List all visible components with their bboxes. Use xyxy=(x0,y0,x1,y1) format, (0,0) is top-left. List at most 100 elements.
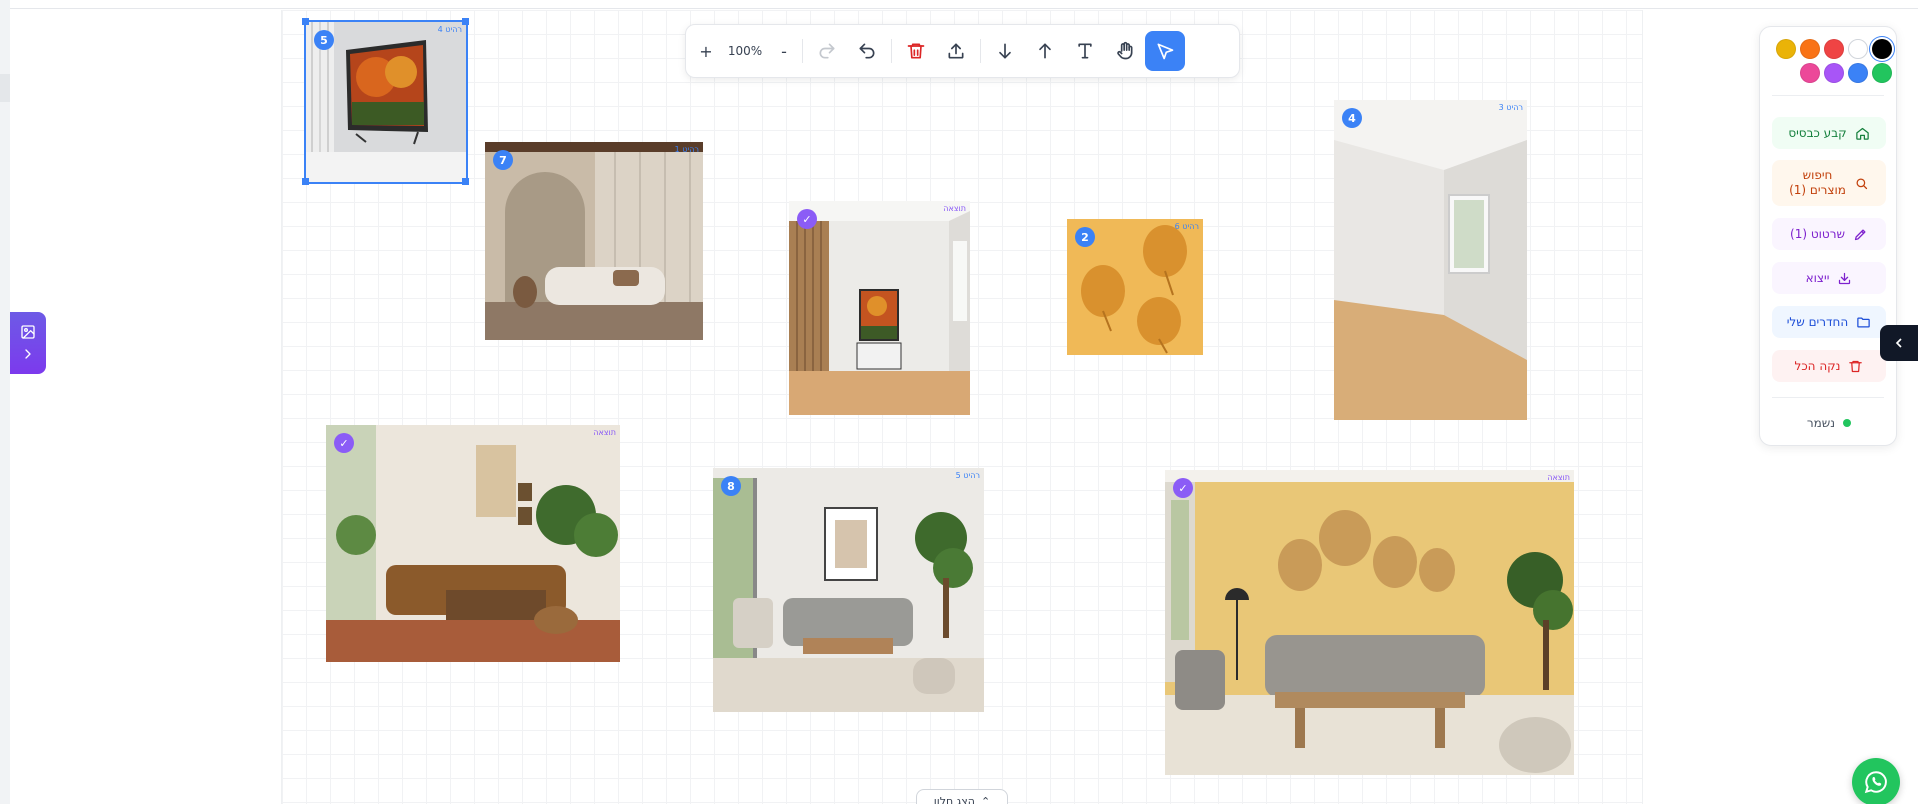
color-swatch-white[interactable] xyxy=(1848,39,1868,59)
text-tool-button[interactable] xyxy=(1065,31,1105,71)
canvas-image-tv[interactable]: 5 רהיט 4 xyxy=(304,20,468,184)
color-swatch-red[interactable] xyxy=(1824,39,1844,59)
image-order-badge: 5 xyxy=(314,30,334,50)
color-swatch-purple[interactable] xyxy=(1824,63,1844,83)
arch-sofa-photo xyxy=(485,142,703,340)
color-swatch-pink[interactable] xyxy=(1800,63,1820,83)
color-swatch-green[interactable] xyxy=(1872,63,1892,83)
set-base-label: קבע כבסיס xyxy=(1788,126,1847,140)
folder-icon xyxy=(1857,317,1870,327)
clear-all-label: נקה הכל xyxy=(1794,359,1841,373)
image-result-badge: ✓ xyxy=(1173,478,1193,498)
toolbar-divider xyxy=(802,39,803,63)
zoom-in-button[interactable]: + xyxy=(692,31,720,71)
image-icon xyxy=(21,325,35,339)
yellow-wall-photo xyxy=(1165,470,1574,775)
chevron-right-icon xyxy=(25,349,31,359)
collapse-panel-button[interactable] xyxy=(1880,325,1918,361)
left-edge-notch xyxy=(0,74,10,102)
color-swatch-blue[interactable] xyxy=(1848,63,1868,83)
show-panel-label: הצג חלון xyxy=(933,794,975,804)
hall-art-photo xyxy=(789,201,970,415)
zoom-out-button[interactable]: - xyxy=(770,31,798,71)
export-button[interactable]: ייצוא xyxy=(1772,262,1886,294)
save-status-label: נשמר xyxy=(1806,416,1836,430)
color-swatch-yellow[interactable] xyxy=(1776,39,1796,59)
image-tag: רהיט 5 xyxy=(955,471,980,480)
redo-icon xyxy=(819,43,835,59)
canvas-image-arch-sofa[interactable]: 7 רהיט 1 xyxy=(485,142,703,340)
toolbar-divider xyxy=(891,39,892,63)
search-products-label: חיפוש מוצרים (1) xyxy=(1789,168,1846,198)
canvas-image-grey-sofa[interactable]: 8 רהיט 5 xyxy=(713,468,984,712)
canvas-image-leaves[interactable]: 2 רהיט 6 xyxy=(1067,219,1203,355)
arrow-up-icon xyxy=(1039,43,1051,59)
arrow-down-icon xyxy=(999,43,1011,59)
color-swatch-orange[interactable] xyxy=(1800,39,1820,59)
whatsapp-button[interactable] xyxy=(1852,758,1900,804)
resize-handle-ne[interactable] xyxy=(462,18,469,25)
saved-indicator-dot xyxy=(1843,419,1852,427)
boho-room-photo xyxy=(326,425,620,662)
bring-forward-button[interactable] xyxy=(1025,31,1065,71)
toolbar-divider xyxy=(980,39,981,63)
grey-sofa-photo xyxy=(713,468,984,712)
canvas-image-empty-room[interactable]: 4 רהיט 3 xyxy=(1334,100,1527,420)
trash-icon xyxy=(907,43,925,59)
image-tag: רהיט 1 xyxy=(674,145,699,154)
images-drawer-toggle[interactable] xyxy=(10,312,46,374)
image-tag: תוצאה xyxy=(943,204,966,213)
canvas-toolbar: + 100% - xyxy=(685,24,1240,78)
sketch-label: שרטוט (1) xyxy=(1790,227,1845,241)
delete-button[interactable] xyxy=(896,31,936,71)
download-icon xyxy=(1839,272,1851,284)
image-order-badge: 7 xyxy=(493,150,513,170)
search-products-label-line2: מוצרים (1) xyxy=(1789,183,1846,197)
color-swatch-black[interactable] xyxy=(1872,39,1892,59)
search-products-button[interactable]: חיפוש מוצרים (1) xyxy=(1772,160,1886,206)
image-result-badge: ✓ xyxy=(334,433,354,453)
image-tag: רהיט 4 xyxy=(437,25,462,34)
panel-divider xyxy=(1772,95,1884,96)
canvas-image-hall-art[interactable]: ✓ תוצאה xyxy=(789,201,970,415)
send-backward-button[interactable] xyxy=(985,31,1025,71)
hand-tool-button[interactable] xyxy=(1105,31,1145,71)
redo-button[interactable] xyxy=(807,31,847,71)
top-bar xyxy=(10,0,1918,9)
show-panel-button[interactable]: הצג חלון ⌃ xyxy=(916,789,1008,804)
my-rooms-button[interactable]: החדרים שלי xyxy=(1772,306,1886,338)
undo-icon xyxy=(859,43,875,59)
resize-handle-sw[interactable] xyxy=(302,178,309,185)
image-order-badge: 2 xyxy=(1075,227,1095,247)
zoom-level: 100% xyxy=(727,44,763,58)
search-products-label-line1: חיפוש xyxy=(1802,168,1833,182)
color-swatches xyxy=(1770,39,1892,83)
resize-handle-se[interactable] xyxy=(462,178,469,185)
canvas-image-boho[interactable]: ✓ תוצאה xyxy=(326,425,620,662)
chevron-up-icon: ⌃ xyxy=(980,794,991,804)
pointer-icon xyxy=(1157,43,1174,60)
text-icon xyxy=(1078,43,1092,59)
clear-all-button[interactable]: נקה הכל xyxy=(1772,350,1886,382)
whatsapp-icon xyxy=(1864,771,1887,794)
image-tag: רהיט 3 xyxy=(1498,103,1523,112)
set-base-button[interactable]: קבע כבסיס xyxy=(1772,117,1886,149)
resize-handle-nw[interactable] xyxy=(302,18,309,25)
canvas-image-yellow-wall[interactable]: ✓ תוצאה xyxy=(1165,470,1574,775)
empty-room-photo xyxy=(1334,100,1527,420)
select-tool-button[interactable] xyxy=(1145,31,1185,71)
trash-icon xyxy=(1849,360,1863,372)
undo-button[interactable] xyxy=(847,31,887,71)
upload-button[interactable] xyxy=(936,31,976,71)
home-icon xyxy=(1855,127,1869,140)
image-tag: רהיט 6 xyxy=(1174,222,1199,231)
chevron-left-icon xyxy=(1895,338,1902,348)
save-status: נשמר xyxy=(1772,413,1886,433)
upload-icon xyxy=(948,43,964,59)
panel-divider xyxy=(1772,397,1884,398)
left-edge-strip xyxy=(0,0,10,804)
image-result-badge: ✓ xyxy=(797,209,817,229)
sketch-button[interactable]: שרטוט (1) xyxy=(1772,218,1886,250)
image-order-badge: 4 xyxy=(1342,108,1362,128)
tools-panel: קבע כבסיס חיפוש מוצרים (1) שרטוט (1) ייצ… xyxy=(1759,26,1897,446)
